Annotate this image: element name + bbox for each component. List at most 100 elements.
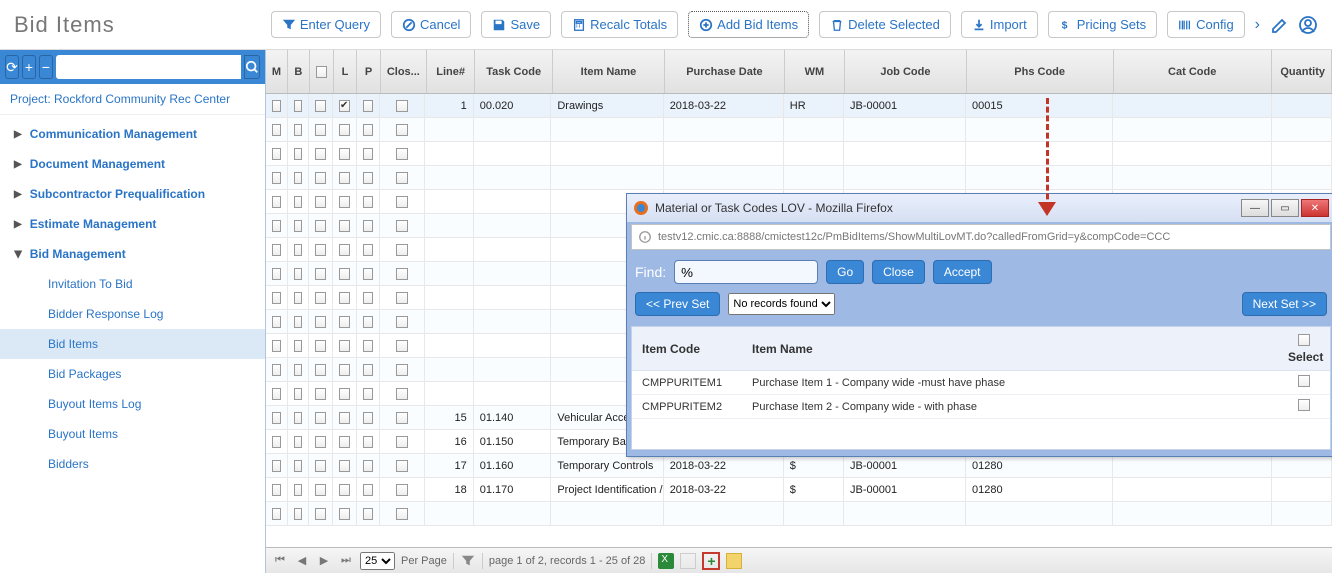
checkbox-b[interactable]: [294, 412, 303, 424]
table-row[interactable]: [266, 502, 1332, 526]
table-row[interactable]: 100.020Drawings2018-03-22HRJB-0000100015: [266, 94, 1332, 118]
col-line[interactable]: Line#: [427, 50, 476, 93]
clear-filter-button[interactable]: [460, 553, 476, 569]
checkbox-close[interactable]: [396, 412, 408, 424]
checkbox-select[interactable]: [315, 172, 326, 184]
col-wm[interactable]: WM: [785, 50, 845, 93]
config-button[interactable]: Config: [1167, 11, 1245, 38]
checkbox-close[interactable]: [396, 100, 408, 112]
checkbox-l[interactable]: [339, 100, 350, 112]
checkbox-b[interactable]: [294, 244, 303, 256]
checkbox-select[interactable]: [315, 292, 326, 304]
checkbox-p[interactable]: [363, 364, 374, 376]
checkbox-close[interactable]: [396, 388, 408, 400]
checkbox-m[interactable]: [272, 196, 281, 208]
checkbox-select[interactable]: [315, 460, 326, 472]
checkbox-m[interactable]: [272, 484, 281, 496]
checkbox-b[interactable]: [294, 172, 303, 184]
checkbox-icon[interactable]: [316, 66, 327, 78]
per-page-select[interactable]: 25: [360, 552, 395, 570]
checkbox-l[interactable]: [339, 436, 350, 448]
checkbox-l[interactable]: [339, 316, 350, 328]
checkbox-m[interactable]: [272, 460, 281, 472]
checkbox-b[interactable]: [294, 220, 303, 232]
checkbox-b[interactable]: [294, 436, 303, 448]
go-button[interactable]: Go: [826, 260, 864, 284]
window-close-button[interactable]: ✕: [1301, 199, 1329, 217]
table-row[interactable]: [266, 118, 1332, 142]
checkbox-p[interactable]: [363, 268, 374, 280]
table-row[interactable]: 1701.160Temporary Controls2018-03-22$JB-…: [266, 454, 1332, 478]
export-excel-button[interactable]: [658, 553, 674, 569]
refresh-button[interactable]: ⟳: [5, 55, 19, 79]
checkbox-close[interactable]: [396, 316, 408, 328]
checkbox-l[interactable]: [339, 460, 350, 472]
add-bid-items-button[interactable]: Add Bid Items: [688, 11, 809, 38]
cancel-button[interactable]: Cancel: [391, 11, 471, 38]
checkbox-l[interactable]: [339, 340, 350, 352]
checkbox-select[interactable]: [315, 388, 326, 400]
checkbox-select[interactable]: [315, 364, 326, 376]
checkbox-close[interactable]: [396, 508, 408, 520]
col-m[interactable]: M: [266, 50, 288, 93]
nav-document-management[interactable]: ▶Document Management: [0, 149, 265, 179]
col-p[interactable]: P: [357, 50, 381, 93]
checkbox-l[interactable]: [339, 220, 350, 232]
nav-bidder-response-log[interactable]: Bidder Response Log: [0, 299, 265, 329]
table-row[interactable]: [266, 166, 1332, 190]
pricing-sets-button[interactable]: $ Pricing Sets: [1048, 11, 1157, 38]
nav-subcontractor-prequalification[interactable]: ▶Subcontractor Prequalification: [0, 179, 265, 209]
checkbox-m[interactable]: [272, 268, 281, 280]
checkbox-l[interactable]: [339, 268, 350, 280]
project-label[interactable]: Project: Rockford Community Rec Center: [0, 84, 265, 115]
checkbox-select[interactable]: [315, 436, 326, 448]
checkbox-p[interactable]: [363, 148, 374, 160]
save-button[interactable]: Save: [481, 11, 551, 38]
nav-communication-management[interactable]: ▶Communication Management: [0, 119, 265, 149]
checkbox-select[interactable]: [315, 316, 326, 328]
next-page-button[interactable]: ▶: [316, 553, 332, 569]
col-b[interactable]: B: [288, 50, 310, 93]
delete-selected-button[interactable]: Delete Selected: [819, 11, 951, 38]
checkbox-l[interactable]: [339, 292, 350, 304]
import-button[interactable]: Import: [961, 11, 1038, 38]
next-set-button[interactable]: Next Set >>: [1242, 292, 1327, 316]
checkbox-b[interactable]: [294, 316, 303, 328]
checkbox-b[interactable]: [294, 388, 303, 400]
checkbox-select[interactable]: [315, 484, 326, 496]
add-row-button[interactable]: +: [702, 552, 720, 570]
checkbox-l[interactable]: [339, 124, 350, 136]
checkbox-close[interactable]: [396, 292, 408, 304]
checkbox-p[interactable]: [363, 460, 374, 472]
checkbox-b[interactable]: [294, 364, 303, 376]
nav-bidders[interactable]: Bidders: [0, 449, 265, 479]
checkbox-m[interactable]: [272, 436, 281, 448]
checkbox-p[interactable]: [363, 508, 374, 520]
lov-col-item-code[interactable]: Item Code: [632, 342, 742, 356]
checkbox-m[interactable]: [272, 220, 281, 232]
checkbox-close[interactable]: [396, 364, 408, 376]
checkbox-select[interactable]: [315, 244, 326, 256]
lov-url-bar[interactable]: testv12.cmic.ca:8888/cmictest12c/PmBidIt…: [631, 224, 1331, 250]
checkbox-icon[interactable]: [1298, 334, 1310, 346]
checkbox-b[interactable]: [294, 508, 303, 520]
checkbox-m[interactable]: [272, 412, 281, 424]
checkbox-b[interactable]: [294, 340, 303, 352]
checkbox-l[interactable]: [339, 196, 350, 208]
checkbox-p[interactable]: [363, 244, 374, 256]
checkbox-l[interactable]: [339, 484, 350, 496]
user-circle-icon[interactable]: [1298, 15, 1318, 35]
lov-col-item-name[interactable]: Item Name: [742, 342, 1278, 356]
checkbox-b[interactable]: [294, 124, 303, 136]
prev-page-button[interactable]: ◀: [294, 553, 310, 569]
checkbox-close[interactable]: [396, 220, 408, 232]
checkbox-select[interactable]: [315, 124, 326, 136]
lov-col-select[interactable]: Select: [1278, 334, 1330, 364]
checkbox-p[interactable]: [363, 292, 374, 304]
find-input[interactable]: [674, 260, 818, 284]
lov-row[interactable]: CMPPURITEM1Purchase Item 1 - Company wid…: [632, 371, 1330, 395]
checkbox-m[interactable]: [272, 508, 281, 520]
checkbox-close[interactable]: [396, 172, 408, 184]
nav-bid-items[interactable]: Bid Items: [0, 329, 265, 359]
lov-checkbox[interactable]: [1298, 399, 1310, 411]
